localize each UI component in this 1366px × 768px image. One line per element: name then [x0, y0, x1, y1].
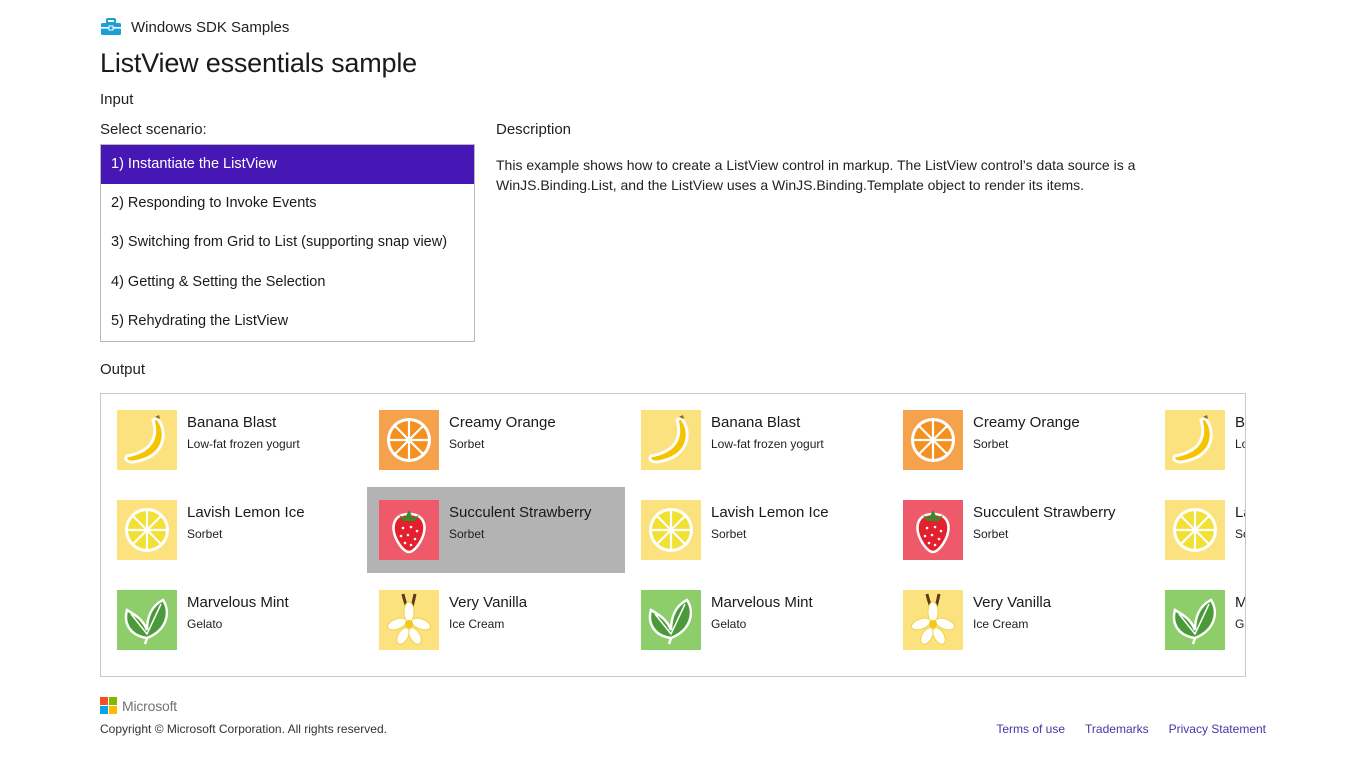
- item-name: Creamy Orange: [973, 414, 1080, 431]
- toolbox-icon: [101, 18, 121, 35]
- item-kind: Low-fat frozen yogurt: [187, 437, 300, 451]
- item-kind: Ice Cream: [973, 617, 1029, 631]
- scenario-item-4[interactable]: 4) Getting & Setting the Selection: [101, 263, 474, 302]
- item-name: Lavish Lemon Ice: [711, 504, 829, 521]
- item-kind: Sorbet: [973, 527, 1009, 541]
- list-item[interactable]: Lavish Lemon Ice Sorbet: [629, 487, 887, 573]
- item-name: Banana Blast: [711, 414, 801, 431]
- item-name: Banana Blast: [1235, 414, 1246, 431]
- item-kind: Ice Cream: [449, 617, 505, 631]
- scenario-item-3[interactable]: 3) Switching from Grid to List (supporti…: [101, 223, 474, 262]
- trademarks-link[interactable]: Trademarks: [1085, 722, 1149, 736]
- scenario-list[interactable]: 1) Instantiate the ListView 2) Responding…: [100, 144, 475, 342]
- description-heading: Description: [496, 121, 572, 138]
- list-item[interactable]: Banana Blast Low-fat frozen yogurt: [1153, 397, 1246, 483]
- list-item[interactable]: Banana Blast Low-fat frozen yogurt: [105, 397, 363, 483]
- page-title: ListView essentials sample: [100, 48, 417, 78]
- microsoft-wordmark: Microsoft: [122, 697, 177, 714]
- item-name: Lavish Lemon Ice: [1235, 504, 1245, 521]
- scenario-item-2[interactable]: 2) Responding to Invoke Events: [101, 184, 474, 223]
- banana-icon: [641, 410, 701, 470]
- footer-links: Terms of use Trademarks Privacy Statemen…: [996, 722, 1266, 736]
- item-kind: Sorbet: [187, 527, 223, 541]
- list-item[interactable]: Succulent Strawberry Sorbet: [891, 487, 1149, 573]
- item-kind: Gelato: [711, 617, 747, 631]
- list-item[interactable]: Very Vanilla Ice Cream: [367, 577, 625, 663]
- list-item[interactable]: Marvelous Mint Gelato: [105, 577, 363, 663]
- listview-output[interactable]: Banana Blast Low-fat frozen yogurt Lavish …: [100, 393, 1246, 677]
- item-name: Very Vanilla: [973, 594, 1052, 611]
- vanilla-icon: [903, 590, 963, 650]
- lemon-icon: [641, 500, 701, 560]
- item-name: Creamy Orange: [449, 414, 556, 431]
- list-item[interactable]: Marvelous Mint Gelato: [629, 577, 887, 663]
- terms-of-use-link[interactable]: Terms of use: [996, 722, 1065, 736]
- item-name: Succulent Strawberry: [973, 504, 1116, 521]
- item-name: Marvelous Mint: [1235, 594, 1245, 611]
- item-kind: Sorbet: [711, 527, 747, 541]
- item-name: Banana Blast: [187, 414, 277, 431]
- list-item[interactable]: Lavish Lemon Ice Sorbet: [1153, 487, 1245, 573]
- item-kind: Sorbet: [449, 527, 485, 541]
- list-item[interactable]: Lavish Lemon Ice Sorbet: [105, 487, 363, 573]
- item-kind: Sorbet: [973, 437, 1009, 451]
- logo-square: [109, 697, 117, 705]
- item-kind: Low-fat frozen yogurt: [711, 437, 824, 451]
- windows-logo-icon: [100, 697, 117, 714]
- list-item[interactable]: Creamy Orange Sorbet: [891, 397, 1149, 483]
- strawberry-icon: [903, 500, 963, 560]
- app-header: Windows SDK Samples: [100, 18, 289, 36]
- strawberry-icon: [379, 500, 439, 560]
- item-kind: Sorbet: [1235, 527, 1245, 541]
- item-name: Marvelous Mint: [711, 594, 813, 611]
- mint-icon: [1165, 590, 1225, 650]
- page: Windows SDK Samples ListView essentials …: [0, 0, 1366, 768]
- list-item[interactable]: Succulent Strawberry Sorbet: [367, 487, 625, 573]
- item-name: Succulent Strawberry: [449, 504, 592, 521]
- list-item[interactable]: Very Vanilla Ice Cream: [891, 577, 1149, 663]
- list-item[interactable]: Marvelous Mint Gelato: [1153, 577, 1245, 663]
- description-text: This example shows how to create a ListV…: [496, 157, 1136, 193]
- item-kind: Gelato: [1235, 617, 1245, 631]
- item-name: Lavish Lemon Ice: [187, 504, 305, 521]
- copyright: Copyright © Microsoft Corporation. All r…: [100, 722, 387, 736]
- lemon-icon: [1165, 500, 1225, 560]
- scenario-item-5[interactable]: 5) Rehydrating the ListView: [101, 302, 474, 341]
- lemon-icon: [117, 500, 177, 560]
- orange-icon: [379, 410, 439, 470]
- mint-icon: [117, 590, 177, 650]
- scenario-item-1[interactable]: 1) Instantiate the ListView: [101, 145, 474, 185]
- list-item[interactable]: Creamy Orange Sorbet: [367, 397, 625, 483]
- item-kind: Low-fat frozen yogurt: [1235, 437, 1245, 451]
- mint-icon: [641, 590, 701, 650]
- banana-icon: [117, 410, 177, 470]
- vanilla-icon: [379, 590, 439, 650]
- item-kind: Sorbet: [449, 437, 485, 451]
- orange-icon: [903, 410, 963, 470]
- app-title: Windows SDK Samples: [131, 18, 290, 36]
- banana-icon: [1165, 410, 1225, 470]
- logo-square: [109, 706, 117, 714]
- item-kind: Gelato: [187, 617, 223, 631]
- select-scenario-label: Select scenario:: [100, 121, 207, 138]
- input-heading: Input: [100, 91, 134, 108]
- privacy-statement-link[interactable]: Privacy Statement: [1169, 722, 1266, 736]
- logo-square: [100, 697, 108, 705]
- list-item[interactable]: Banana Blast Low-fat frozen yogurt: [629, 397, 887, 483]
- item-name: Marvelous Mint: [187, 594, 289, 611]
- output-heading: Output: [100, 361, 146, 378]
- microsoft-logo: Microsoft: [100, 697, 177, 714]
- logo-square: [100, 706, 108, 714]
- item-name: Very Vanilla: [449, 594, 528, 611]
